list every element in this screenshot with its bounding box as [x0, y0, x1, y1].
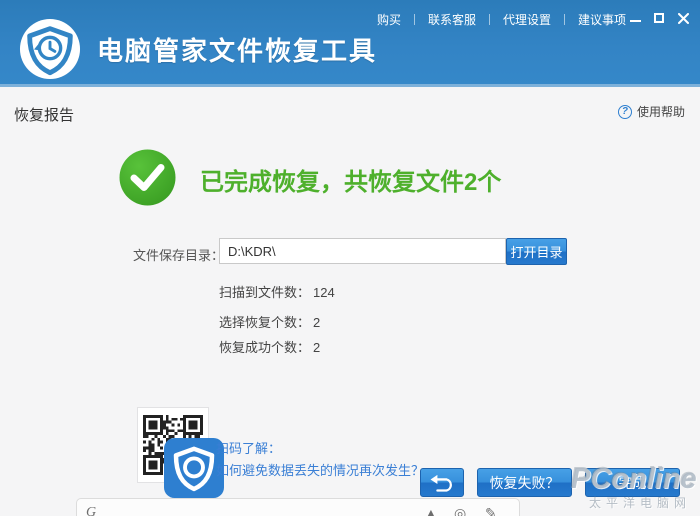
menu-separator — [413, 14, 415, 25]
open-directory-button[interactable]: 打开目录 — [506, 238, 567, 265]
background-window-strip: G ▲ ◎ ✎ — [76, 498, 520, 516]
app-title: 电脑管家文件恢复工具 — [97, 35, 378, 66]
top-menu: 购买 联系客服 代理设置 建议事项 — [377, 11, 626, 28]
directory-label: 文件保存目录： — [133, 248, 225, 263]
close-icon — [677, 12, 689, 24]
stat-selected-count: 选择恢复个数： 2 — [219, 312, 320, 331]
close-button[interactable] — [676, 12, 690, 24]
page-title: 恢复报告 — [14, 107, 75, 124]
help-link[interactable]: ? 使用帮助 — [617, 103, 685, 120]
result-message: 已完成恢复，共恢复文件2个 — [200, 169, 502, 196]
minimize-icon — [629, 20, 641, 22]
titlebar-divider — [0, 84, 700, 87]
undo-arrow-icon — [430, 474, 452, 492]
menu-item-proxy-settings[interactable]: 代理设置 — [503, 11, 551, 28]
success-check-icon — [119, 149, 176, 206]
recovery-failed-button[interactable]: 恢复失败？ — [477, 468, 572, 497]
maximize-icon — [654, 13, 664, 23]
stat-success-count: 恢复成功个数： 2 — [219, 337, 320, 356]
stat-label: 扫描到文件数： — [219, 285, 311, 300]
brand: 电脑管家文件恢复工具 — [19, 18, 377, 80]
partial-icon-4: ✎ — [485, 505, 497, 516]
question-circle-icon: ? — [617, 104, 632, 119]
menu-item-suggestions[interactable]: 建议事项 — [578, 11, 626, 28]
titlebar: 电脑管家文件恢复工具 购买 联系客服 代理设置 建议事项 — [0, 0, 700, 87]
partial-icon-2: ▲ — [424, 505, 438, 516]
back-button[interactable] — [420, 468, 464, 497]
stat-value: 124 — [313, 285, 335, 300]
qr-caption-question: 如何避免数据丢失的情况再次发生？ — [216, 463, 425, 478]
qr-center-shield-icon — [164, 438, 224, 498]
menu-separator — [488, 14, 490, 25]
menu-item-contact-support[interactable]: 联系客服 — [428, 11, 476, 28]
menu-separator — [563, 14, 565, 25]
stat-scanned-files: 扫描到文件数： 124 — [219, 282, 335, 301]
done-button[interactable]: 完成 — [585, 468, 680, 497]
menu-item-buy[interactable]: 购买 — [377, 11, 401, 28]
stat-label: 恢复成功个数： — [219, 340, 311, 355]
partial-icon-3: ◎ — [454, 505, 467, 516]
help-label: 使用帮助 — [636, 105, 685, 119]
minimize-button[interactable] — [628, 12, 642, 24]
app-window: 电脑管家文件恢复工具 购买 联系客服 代理设置 建议事项 恢复报告 ? 使用帮助 — [0, 0, 700, 516]
maximize-button[interactable] — [652, 12, 666, 24]
directory-input[interactable] — [219, 238, 506, 264]
app-logo-shield-clock-icon — [19, 18, 81, 80]
qr-code — [137, 407, 224, 498]
stat-label: 选择恢复个数： — [219, 315, 311, 330]
stat-value: 2 — [313, 340, 321, 355]
window-controls — [628, 12, 690, 24]
stat-value: 2 — [313, 315, 321, 330]
partial-icon-1: G — [86, 505, 97, 516]
qr-caption-intro: 扫码了解： — [216, 441, 282, 456]
